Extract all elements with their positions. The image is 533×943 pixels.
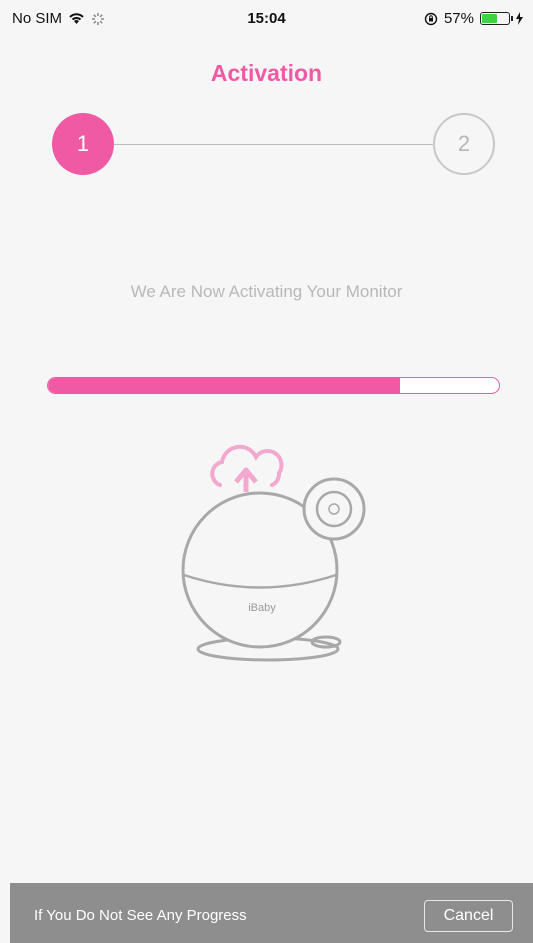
battery-percent: 57% (443, 10, 474, 27)
device-brand-label: iBaby (248, 602, 276, 614)
page-title: Activation (210, 60, 323, 86)
rotation-lock-icon (424, 12, 438, 25)
help-text: If You Do Not See Any Progress (34, 907, 247, 924)
battery-tip (511, 16, 513, 21)
camera-illustration: iBaby (181, 444, 366, 662)
footer-bar: If You Do Not See Any Progress Cancel (10, 883, 533, 943)
status-bar: No SIM 15:04 57% (0, 0, 533, 40)
step-connector (112, 144, 435, 145)
cloud-upload-icon (210, 444, 284, 492)
progress-bar (47, 377, 500, 394)
battery-fill (482, 14, 497, 23)
step-2-indicator: 2 (433, 113, 495, 175)
cancel-button[interactable]: Cancel (424, 900, 513, 932)
activation-message: We Are Now Activating Your Monitor (130, 282, 403, 301)
battery-icon (480, 12, 513, 25)
status-right: 57% (424, 10, 523, 27)
progress-fill (48, 378, 400, 393)
step-1-indicator: 1 (52, 113, 114, 175)
charging-icon (516, 12, 523, 25)
stepper: 1 2 (52, 113, 495, 175)
activation-screen: No SIM 15:04 57% Activation 1 2 We Are N… (0, 0, 533, 943)
